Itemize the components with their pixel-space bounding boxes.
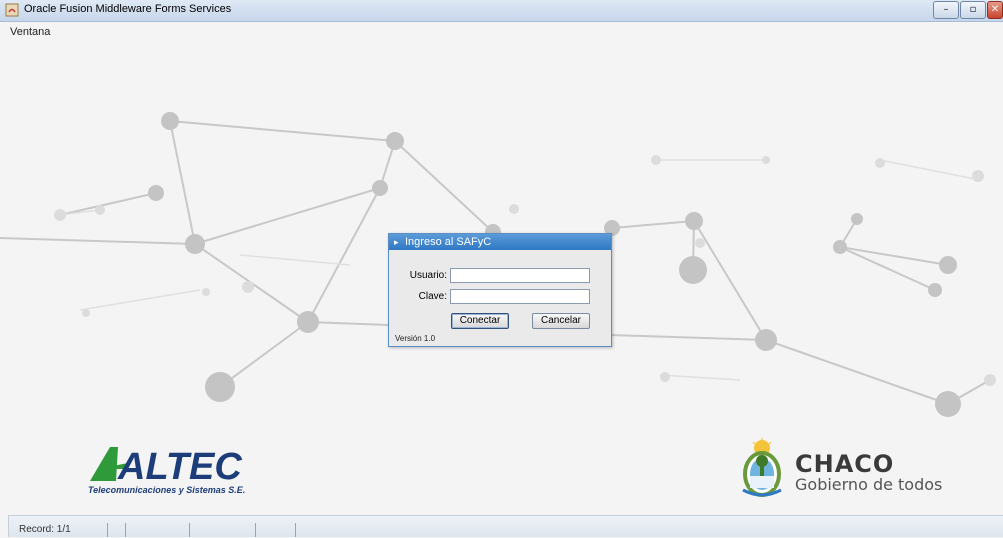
altec-wordmark: ALTEC (90, 446, 242, 488)
login-dialog: ▸ Ingreso al SAFyC Usuario: Clave: Conec… (388, 233, 612, 347)
close-icon[interactable]: ✕ (987, 1, 1003, 19)
status-divider (107, 523, 108, 537)
dialog-app-icon: ▸ (394, 237, 399, 247)
status-bar-panel: Record: 1/1 (8, 515, 1003, 537)
dialog-title: Ingreso al SAFyC (405, 236, 492, 248)
chaco-title: CHACO (795, 450, 895, 478)
altec-logo: ALTEC Telecomunicaciones y Sistemas S.E. (88, 441, 248, 501)
chaco-subtitle: Gobierno de todos (795, 475, 943, 494)
altec-name: ALTEC (117, 446, 242, 485)
status-divider (189, 523, 190, 537)
menubar: Ventana (0, 22, 1003, 41)
window-titlebar: Oracle Fusion Middleware Forms Services … (0, 0, 1003, 22)
status-bar: Record: 1/1 (0, 513, 1003, 538)
conectar-button[interactable]: Conectar (451, 313, 509, 329)
java-app-icon (5, 3, 19, 17)
record-indicator: Record: 1/1 (19, 524, 71, 535)
usuario-label: Usuario: (409, 270, 447, 281)
chaco-logo: CHACO Gobierno de todos (733, 438, 963, 502)
usuario-input[interactable] (450, 268, 590, 283)
clave-password-input[interactable] (450, 289, 590, 304)
status-divider (125, 523, 126, 537)
version-label: Versión 1.0 (395, 334, 436, 343)
dialog-titlebar: ▸ Ingreso al SAFyC (389, 234, 611, 250)
cancelar-button[interactable]: Cancelar (532, 313, 590, 329)
menu-item-ventana[interactable]: Ventana (10, 26, 50, 38)
maximize-icon[interactable]: ▫ (960, 1, 986, 19)
clave-label: Clave: (418, 291, 447, 302)
window-controls: – ▫ ✕ (932, 1, 1003, 19)
window-title: Oracle Fusion Middleware Forms Services (24, 3, 232, 15)
altec-subtitle: Telecomunicaciones y Sistemas S.E. (88, 485, 246, 495)
status-divider (255, 523, 256, 537)
minimize-icon[interactable]: – (933, 1, 959, 19)
chaco-coat-of-arms (742, 438, 782, 497)
status-divider (295, 523, 296, 537)
